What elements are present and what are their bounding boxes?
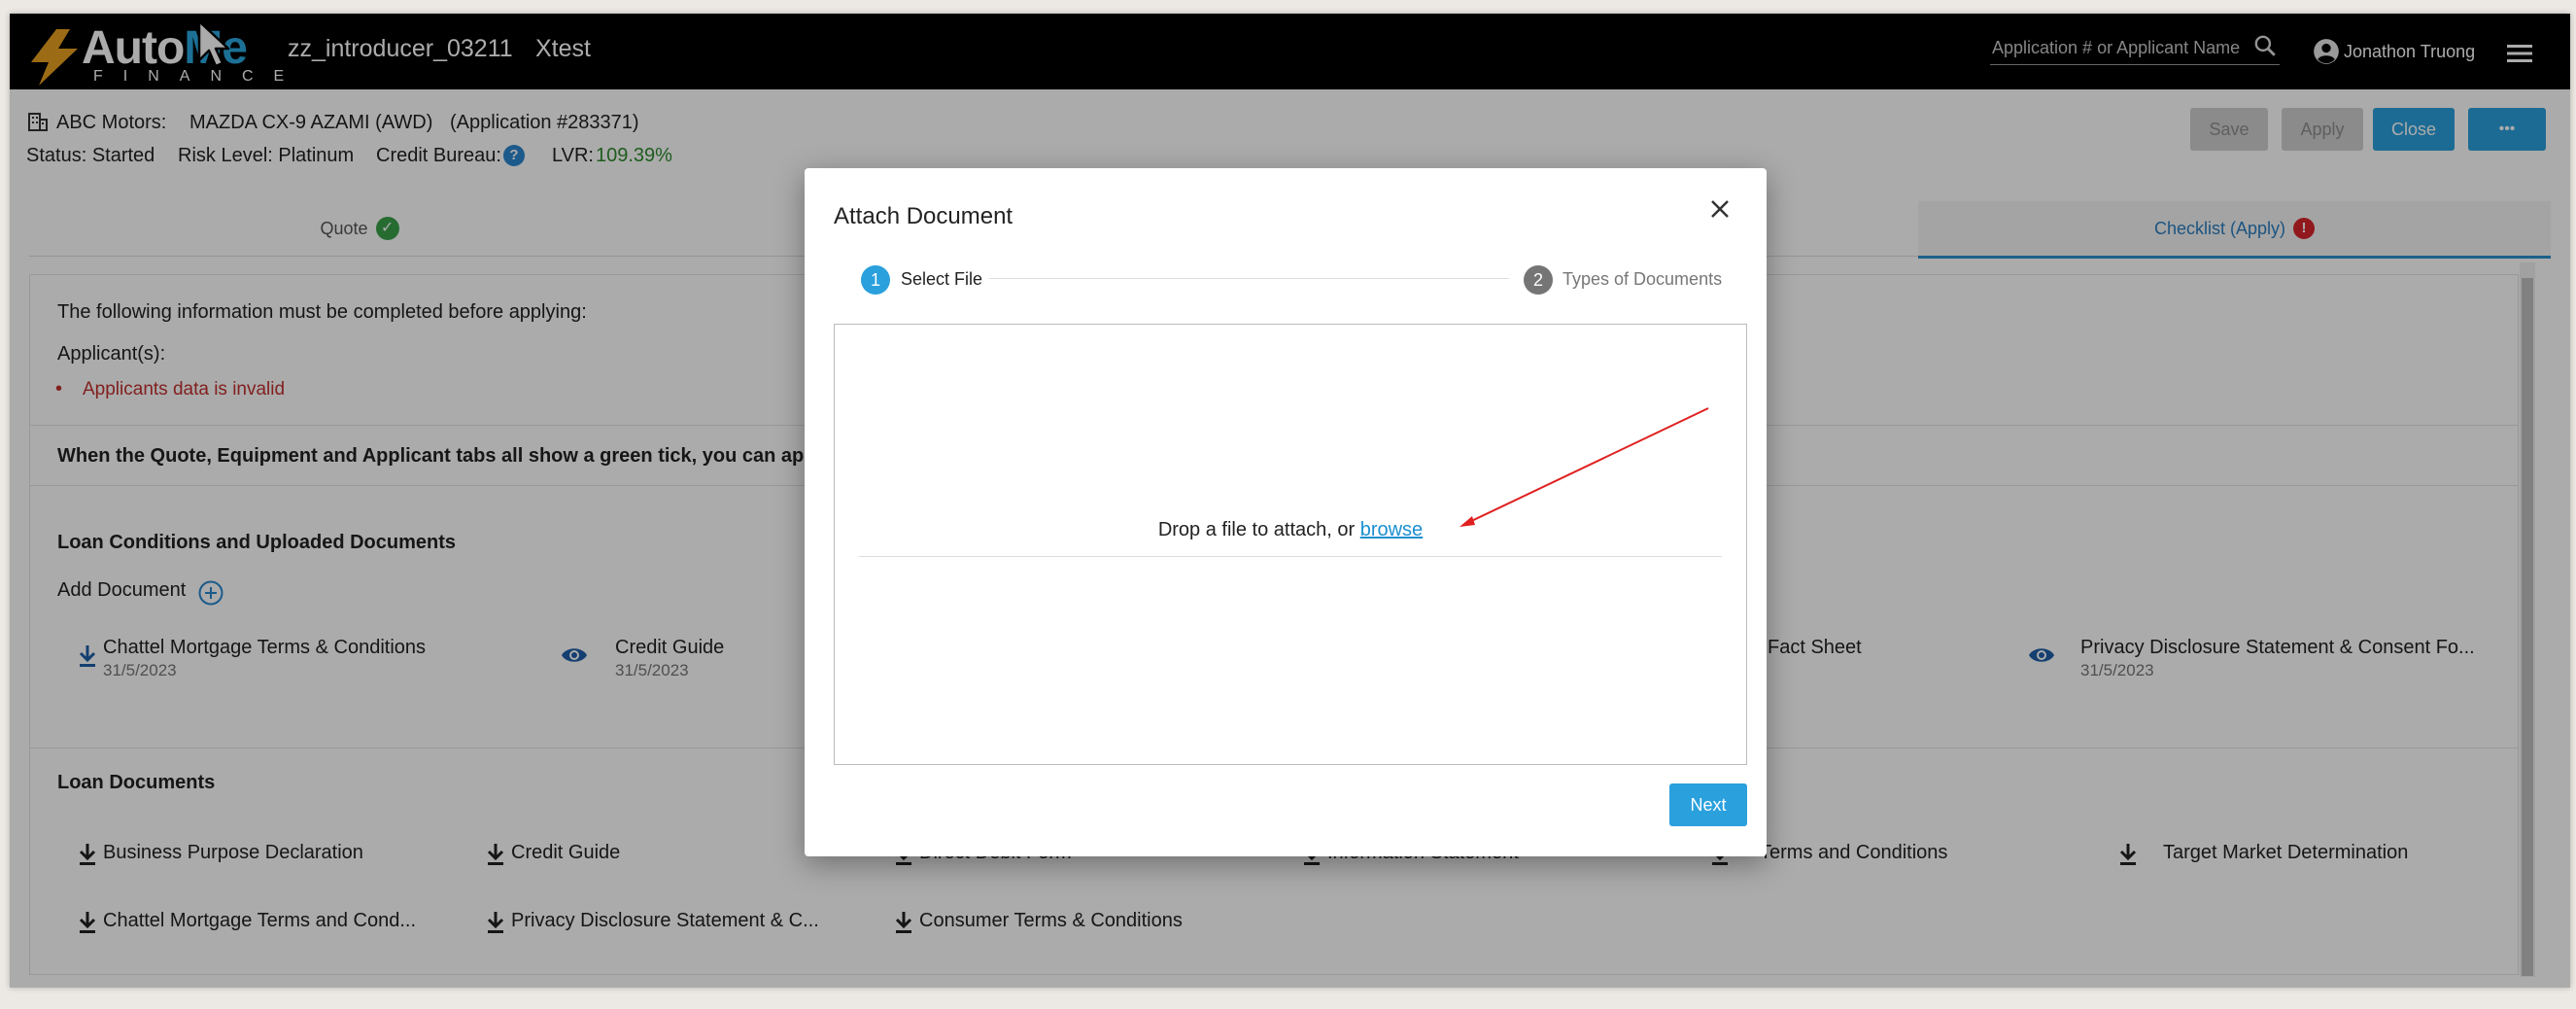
next-button[interactable]: Next — [1669, 783, 1747, 826]
app-window: AutoMe FINANCE zz_introducer_03211 Xtest… — [10, 14, 2570, 988]
attach-document-dialog: Attach Document 1 Select File 2 Types of… — [805, 168, 1767, 856]
red-arrow-annotation — [1460, 407, 1709, 527]
